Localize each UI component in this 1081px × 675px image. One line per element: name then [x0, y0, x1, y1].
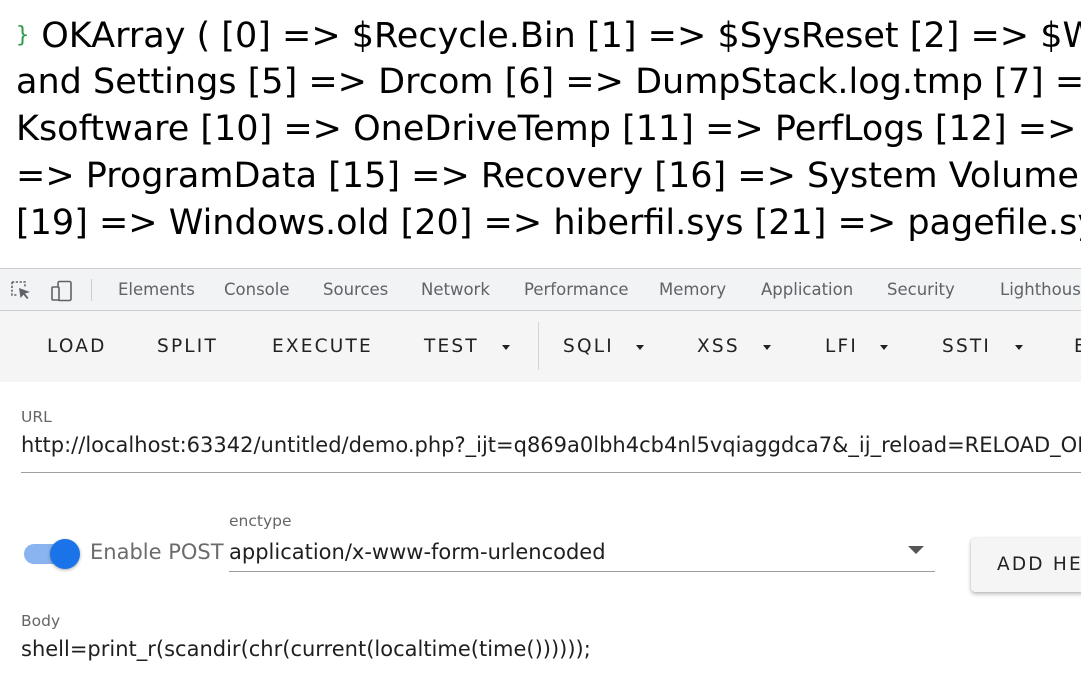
execute-button[interactable]: EXECUTE [272, 311, 373, 382]
output-line-1: } OKArray ( [0] => $Recycle.Bin [1] => $S… [16, 12, 1081, 59]
tab-performance[interactable]: Performance [524, 269, 629, 310]
output-line-1-text: OKArray ( [0] => $Recycle.Bin [1] => $Sy… [41, 16, 1081, 56]
enable-post-label[interactable]: Enable POST [90, 540, 224, 564]
tab-application[interactable]: Application [761, 269, 853, 310]
xss-chevron-down-icon[interactable] [763, 345, 771, 350]
tab-sources[interactable]: Sources [323, 269, 388, 310]
enctype-select[interactable]: application/x-www-form-urlencoded [229, 540, 899, 564]
tab-lighthouse[interactable]: Lighthouse [1000, 269, 1081, 310]
load-button[interactable]: LOAD [47, 311, 107, 382]
more-menu-button[interactable]: E [1074, 311, 1081, 382]
device-toolbar-icon[interactable] [50, 280, 72, 302]
enable-post-toggle[interactable] [50, 539, 80, 569]
lfi-menu-button[interactable]: LFI [825, 311, 858, 382]
ssti-chevron-down-icon[interactable] [1015, 345, 1023, 350]
hackbar-toolbar: LOAD SPLIT EXECUTE TEST SQLI XSS LFI SST… [0, 311, 1081, 382]
tab-network[interactable]: Network [421, 269, 490, 310]
closing-brace: } [16, 23, 30, 48]
ssti-menu-button[interactable]: SSTI [942, 311, 991, 382]
tab-security[interactable]: Security [887, 269, 955, 310]
enctype-label: enctype [229, 512, 292, 530]
enctype-underline [229, 571, 935, 572]
output-line-2: and Settings [5] => Drcom [6] => DumpSta… [16, 62, 1081, 102]
toolbar-divider [91, 279, 92, 301]
devtools-tab-bar: Elements Console Sources Network Perform… [0, 268, 1081, 311]
tab-elements[interactable]: Elements [118, 269, 195, 310]
split-button[interactable]: SPLIT [157, 311, 218, 382]
sqli-chevron-down-icon[interactable] [636, 345, 644, 350]
tab-console[interactable]: Console [224, 269, 290, 310]
xss-menu-button[interactable]: XSS [697, 311, 740, 382]
url-underline [21, 472, 1081, 473]
add-header-button[interactable]: ADD HE [971, 538, 1081, 592]
output-line-5: [19] => Windows.old [20] => hiberfil.sys… [16, 203, 1081, 243]
tab-memory[interactable]: Memory [659, 269, 726, 310]
url-input[interactable]: http://localhost:63342/untitled/demo.php… [21, 433, 1081, 457]
sqli-menu-button[interactable]: SQLI [563, 311, 614, 382]
lfi-chevron-down-icon[interactable] [880, 345, 888, 350]
output-line-3: Ksoftware [10] => OneDriveTemp [11] => P… [16, 109, 1081, 149]
body-label: Body [21, 612, 61, 630]
page-output: } OKArray ( [0] => $Recycle.Bin [1] => $S… [0, 0, 1081, 268]
inspect-element-icon[interactable] [10, 280, 32, 300]
body-input[interactable]: shell=print_r(scandir(chr(current(localt… [21, 637, 1081, 661]
enctype-chevron-down-icon[interactable] [908, 546, 924, 554]
output-line-4: => ProgramData [15] => Recovery [16] => … [16, 156, 1081, 196]
toolbar-group-divider [538, 322, 539, 370]
output-text: } OKArray ( [0] => $Recycle.Bin [1] => $S… [16, 12, 1081, 247]
test-chevron-down-icon[interactable] [502, 345, 510, 350]
url-label: URL [21, 408, 52, 426]
test-menu-button[interactable]: TEST [424, 311, 479, 382]
